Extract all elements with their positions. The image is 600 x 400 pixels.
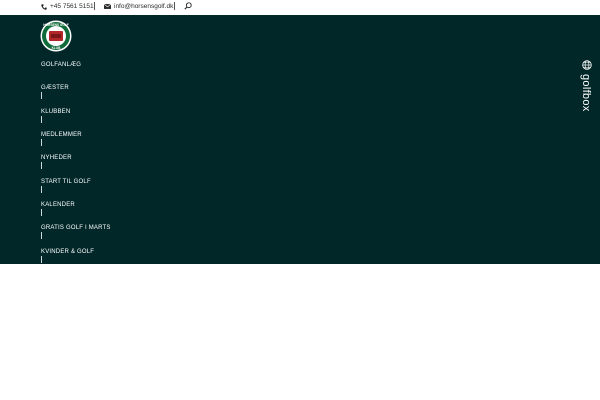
envelope-icon — [104, 4, 111, 9]
dropdown-indicator — [41, 139, 42, 146]
logo-text-top: HORSENS GOLF — [43, 23, 69, 27]
email-link[interactable]: info@horsensgolf.dk — [104, 3, 173, 10]
phone-icon — [41, 3, 47, 10]
divider — [174, 2, 175, 10]
dropdown-indicator — [41, 162, 42, 169]
phone-link[interactable]: +45 7561 5151 — [41, 3, 94, 10]
nav-item-label: KALENDER — [41, 202, 75, 208]
page-content — [0, 264, 600, 400]
club-logo[interactable]: HORSENS GOLF KLUB — [40, 20, 72, 52]
golfbox-link[interactable]: golfbox — [576, 60, 600, 140]
nav-item-label: GÆSTER — [41, 85, 69, 91]
nav-item-label: NYHEDER — [41, 155, 72, 161]
phone-number: +45 7561 5151 — [50, 3, 94, 10]
logo-text-bottom: KLUB — [52, 46, 62, 50]
nav-item-label: KVINDER & GOLF — [41, 249, 95, 255]
dropdown-indicator — [41, 116, 42, 123]
globe-icon — [582, 60, 592, 70]
search-button[interactable] — [184, 2, 195, 10]
nav-item-label: KLUBBEN — [41, 109, 71, 115]
divider — [94, 2, 95, 10]
dropdown-indicator — [41, 186, 42, 193]
dropdown-indicator — [41, 209, 42, 216]
nav-item-label: MEDLEMMER — [41, 132, 82, 138]
search-icon — [184, 2, 192, 10]
nav-item-label: START TIL GOLF — [41, 179, 91, 185]
email-address: info@horsensgolf.dk — [114, 3, 174, 10]
dropdown-indicator — [41, 256, 42, 263]
dropdown-indicator — [41, 232, 42, 239]
top-bar: +45 7561 5151 info@horsensgolf.dk — [0, 0, 600, 15]
site-header: HORSENS GOLF KLUB GOLFANLÆG GÆSTER KLUBB… — [0, 15, 600, 264]
golfbox-label: golfbox — [580, 74, 592, 112]
nav-item-label: GOLFANLÆG — [41, 62, 82, 68]
dropdown-indicator — [41, 92, 42, 99]
nav-item-label: GRATIS GOLF I MARTS — [41, 225, 111, 231]
